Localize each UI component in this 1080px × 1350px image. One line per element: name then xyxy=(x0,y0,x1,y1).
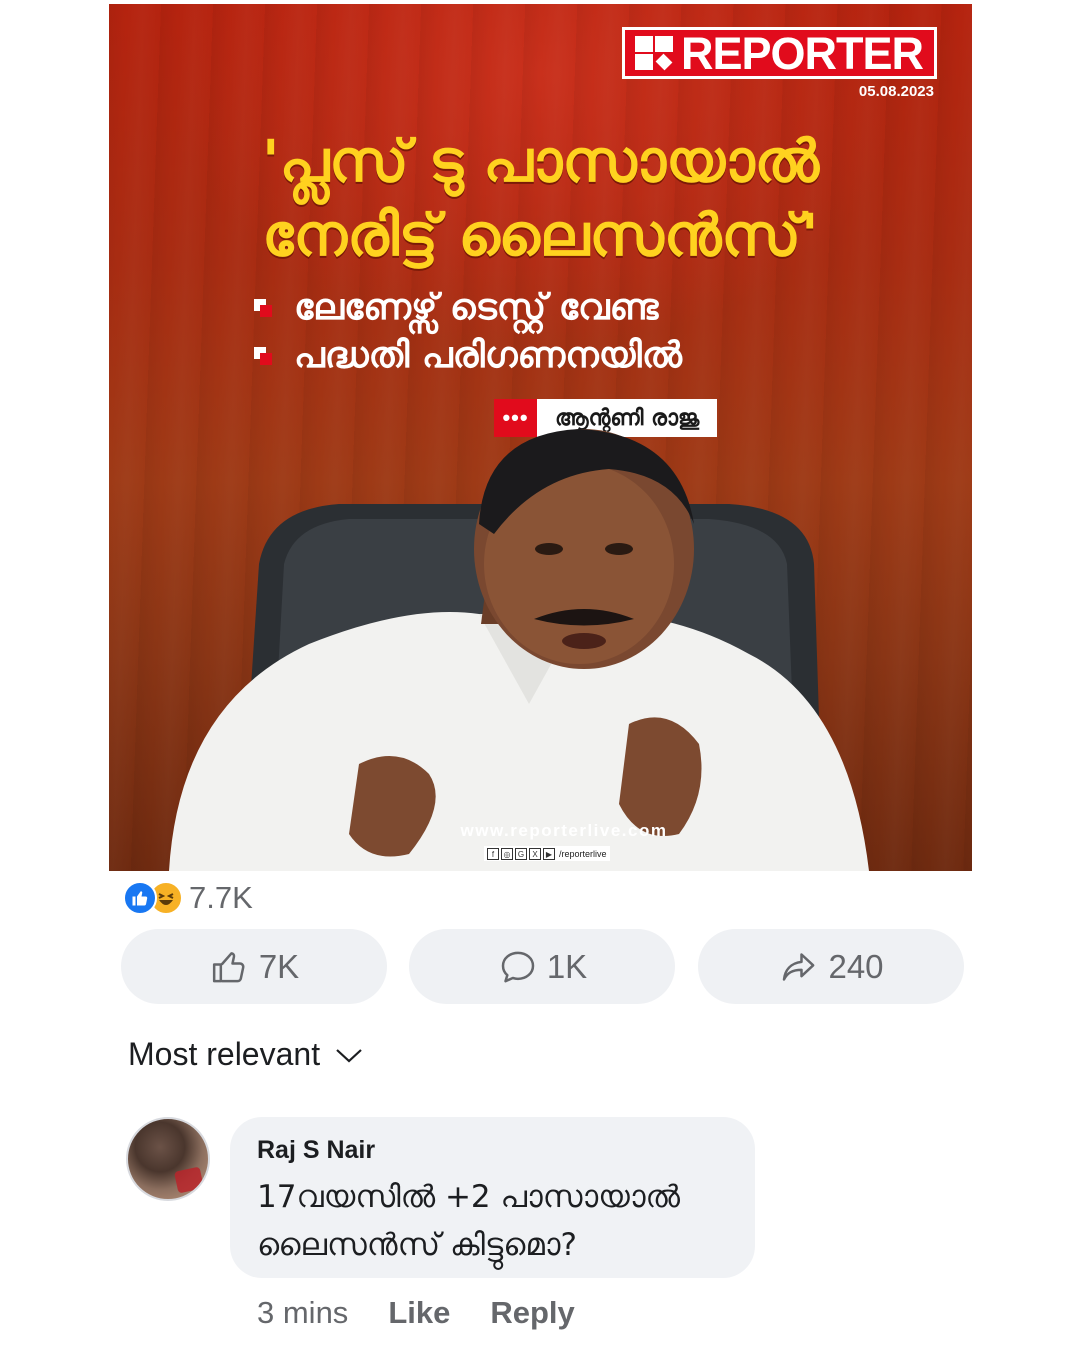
youtube-icon: ▶ xyxy=(543,847,555,860)
post-image[interactable]: REPORTER 05.08.2023 'പ്ലസ് ടു പാസായാൽ നേ… xyxy=(109,4,972,871)
comment-meta: 3 mins Like Reply xyxy=(257,1295,615,1331)
comment-time: 3 mins xyxy=(257,1295,349,1330)
social-strip: f ◎ G X ▶ /reporterlive xyxy=(484,846,610,861)
reaction-summary[interactable]: 7.7K xyxy=(123,878,253,918)
comment-sort-dropdown[interactable]: Most relevant xyxy=(128,1036,364,1073)
like-icon xyxy=(123,881,157,915)
comment-author[interactable]: Raj S Nair xyxy=(257,1135,728,1165)
comment-like-button[interactable]: Like xyxy=(388,1295,450,1331)
avatar[interactable] xyxy=(126,1117,210,1201)
comment-text-line-2: ലൈസൻസ് കിട്ടുമൊ? xyxy=(257,1227,577,1263)
instagram-icon: ◎ xyxy=(501,847,513,860)
comment-bubble: Raj S Nair 17വയസിൽ +2 പാസായാൽ ലൈസൻസ് കിട… xyxy=(230,1117,755,1278)
person-photo xyxy=(169,429,869,871)
share-button[interactable]: 240 xyxy=(698,929,964,1004)
comment-icon xyxy=(501,951,535,982)
comment-button[interactable]: 1K xyxy=(409,929,675,1004)
like-button[interactable]: 7K xyxy=(121,929,387,1004)
facebook-icon: f xyxy=(487,847,499,860)
comment-count: 1K xyxy=(546,947,588,985)
thumbs-up-icon xyxy=(212,951,245,982)
social-handle: /reporterlive xyxy=(559,848,607,859)
threads-icon: G xyxy=(515,847,527,860)
share-count: 240 xyxy=(828,947,884,985)
comment-text-line-1: 17വയസിൽ +2 പാസായാൽ xyxy=(257,1179,681,1215)
like-count: 7K xyxy=(258,947,300,985)
sort-label: Most relevant xyxy=(128,1036,321,1072)
comment-reply-button[interactable]: Reply xyxy=(490,1295,574,1331)
reaction-count: 7.7K xyxy=(189,880,253,915)
x-icon: X xyxy=(529,847,541,860)
share-icon xyxy=(783,952,815,981)
website-watermark: www.reporterlive.com xyxy=(460,821,668,840)
comment-text: 17വയസിൽ +2 പാസായാൽ ലൈസൻസ് കിട്ടുമൊ? xyxy=(257,1173,728,1269)
chevron-down-icon xyxy=(336,1048,362,1062)
